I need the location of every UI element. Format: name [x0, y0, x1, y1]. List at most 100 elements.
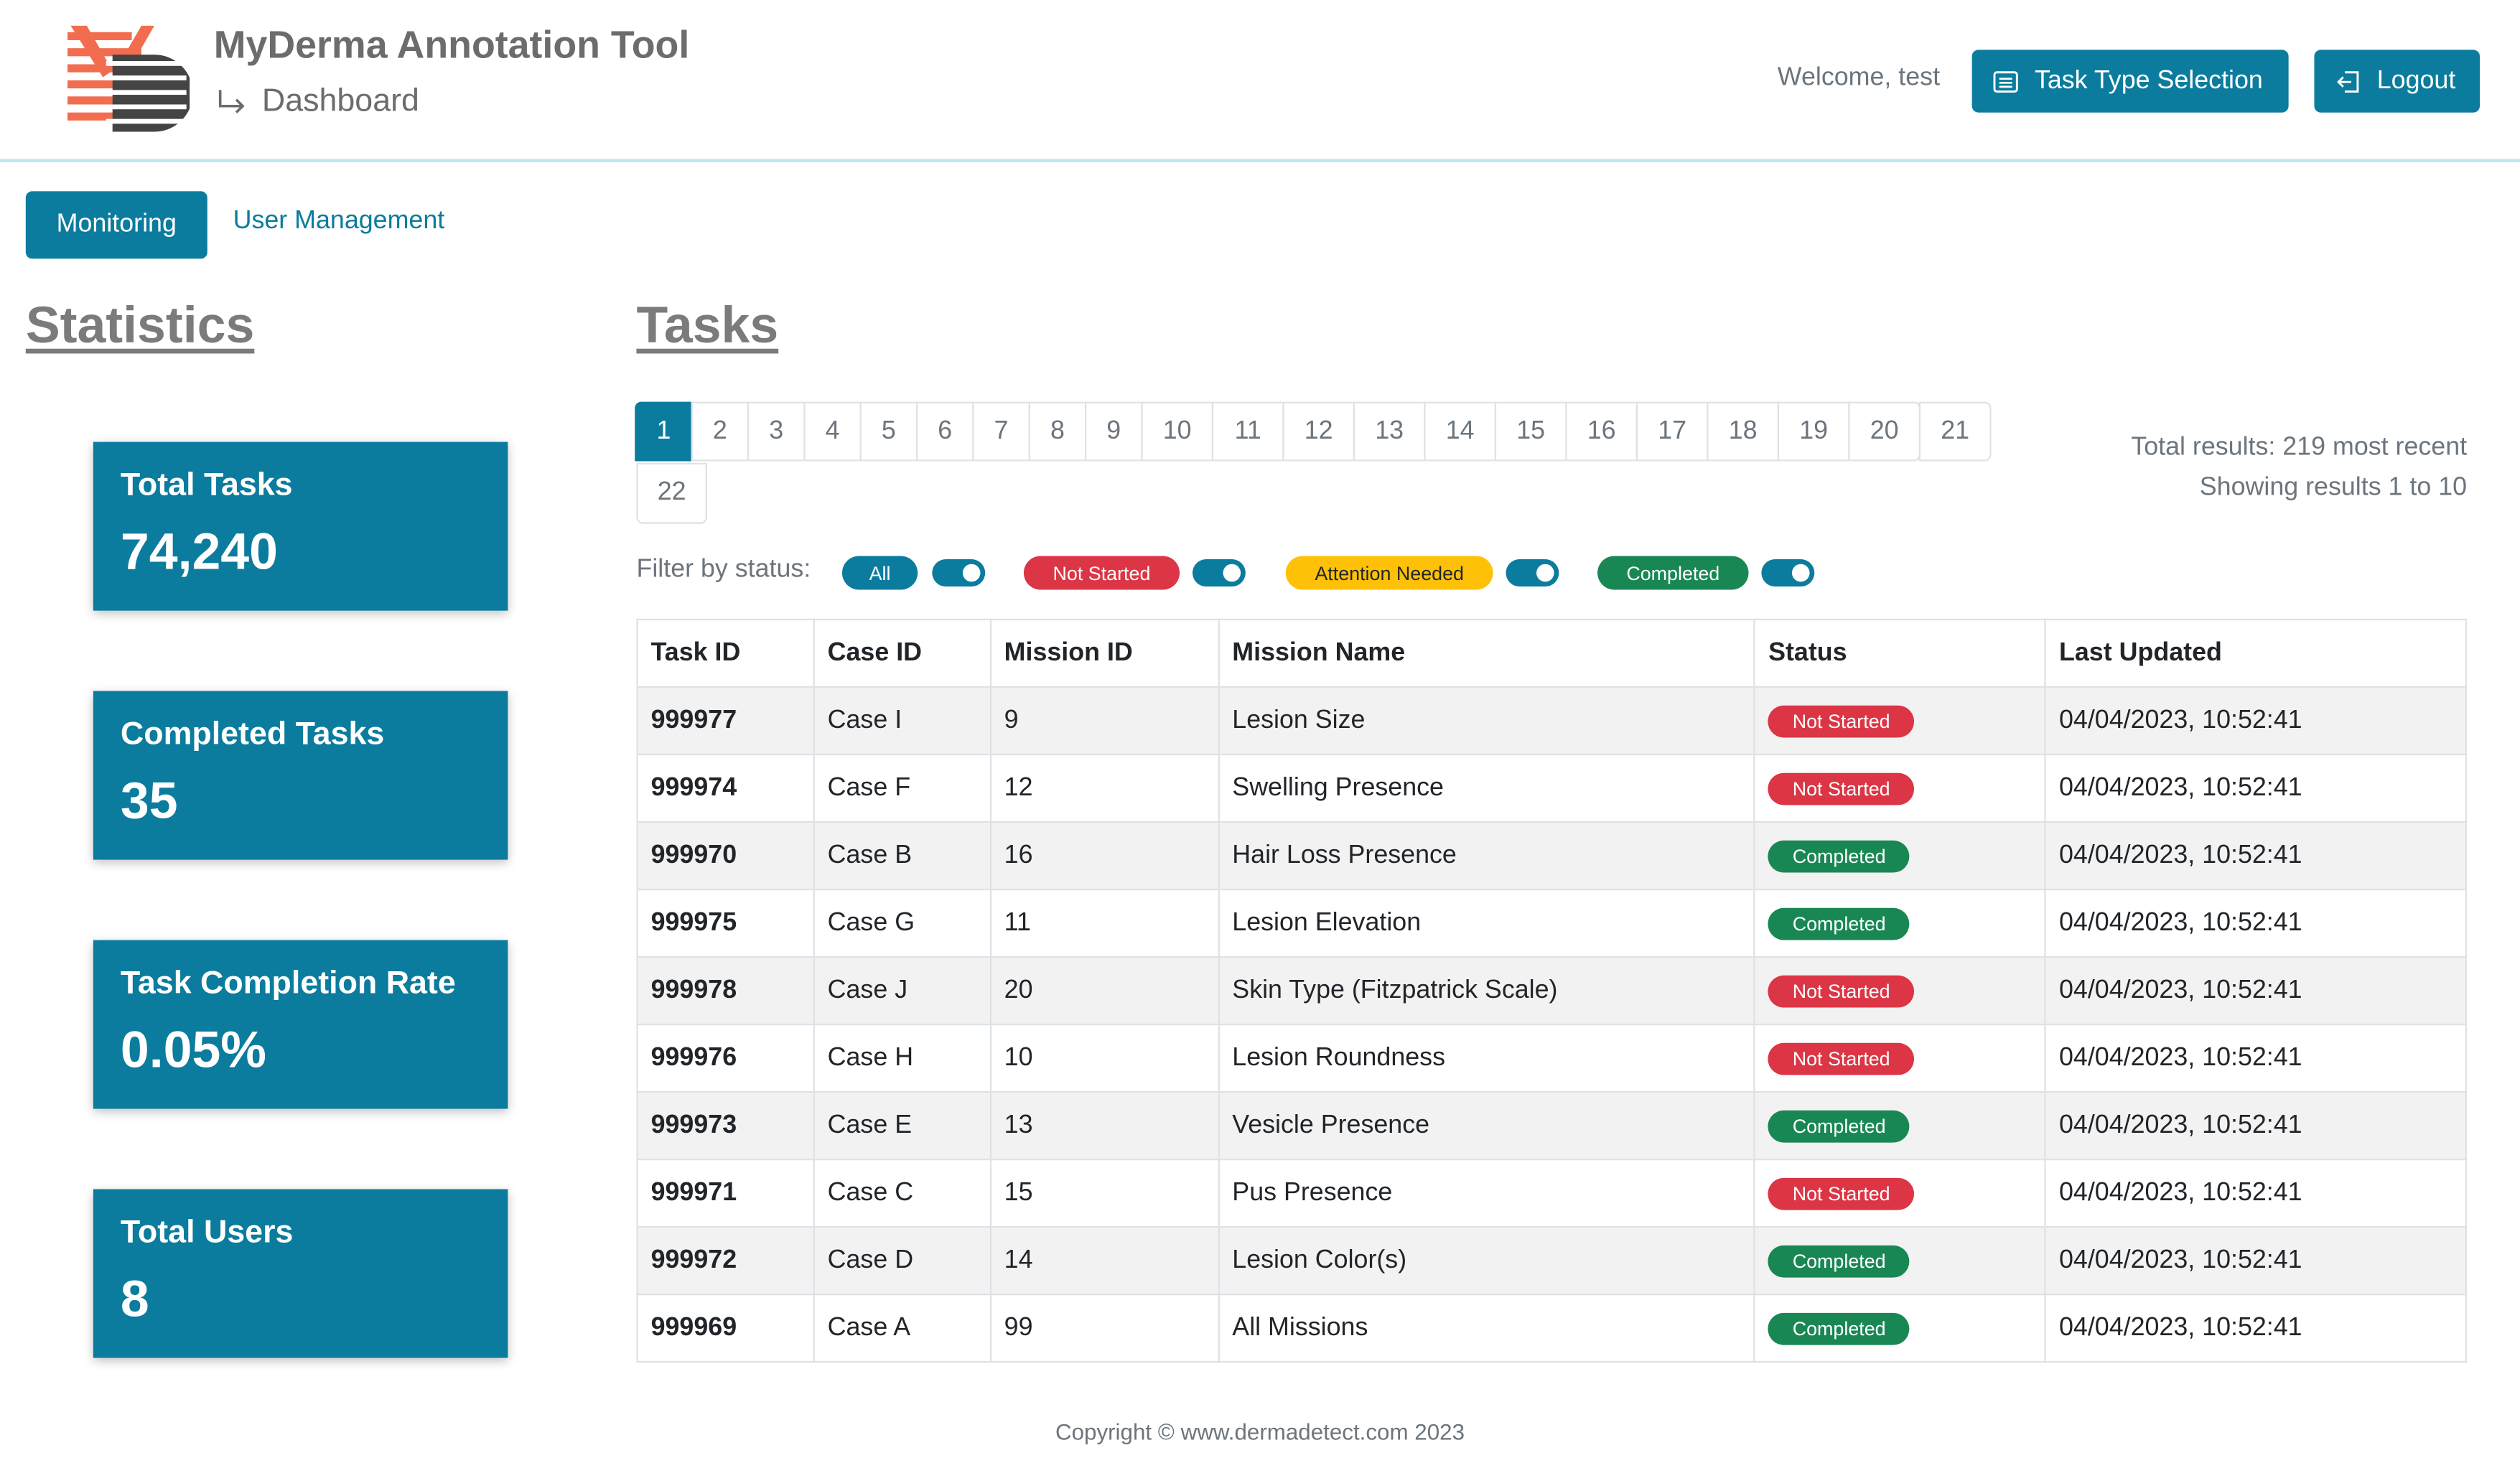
page-link[interactable]: 2 [691, 401, 750, 462]
page-link[interactable]: 20 [1848, 401, 1921, 462]
page-link[interactable]: 14 [1424, 401, 1497, 462]
stat-value: 74,240 [120, 522, 278, 581]
page-link[interactable]: 6 [915, 401, 974, 462]
table-row[interactable]: 999969 Case A 99 All Missions Completed … [636, 1293, 2468, 1363]
page-subtitle: Dashboard [261, 83, 419, 119]
task-type-selection-label: Task Type Selection [2034, 66, 2263, 94]
mission-name-cell: Lesion Elevation [1218, 888, 1756, 958]
tab-monitoring[interactable]: Monitoring [25, 191, 207, 259]
filter-toggle-completed[interactable] [1761, 559, 1815, 587]
table-header-row: Task ID Case ID Mission ID Mission Name … [636, 618, 2468, 688]
stat-value: 8 [120, 1269, 149, 1328]
status-cell: Not Started [1753, 753, 2047, 823]
status-cell: Not Started [1753, 686, 2047, 756]
page-link[interactable]: 12 [1282, 401, 1355, 462]
table-row[interactable]: 999975 Case G 11 Lesion Elevation Comple… [636, 888, 2468, 958]
filter-toggle-not-started[interactable] [1192, 559, 1246, 587]
last-updated-cell: 04/04/2023, 10:52:41 [2044, 888, 2468, 958]
return-arrow-icon [218, 89, 245, 113]
status-badge: Completed [1768, 839, 1910, 872]
page-link[interactable]: 8 [1028, 401, 1087, 462]
filter-pill-not-started[interactable]: Not Started [1023, 556, 1180, 590]
results-showing: Showing results 1 to 10 [2199, 474, 2468, 502]
stat-card-completed-tasks: Completed Tasks 35 [93, 691, 508, 860]
task-id-cell: 999973 [636, 1090, 815, 1161]
page-link[interactable]: 5 [859, 401, 918, 462]
results-total: Total results: 219 most recent [2131, 434, 2468, 462]
task-id-cell: 999974 [636, 753, 815, 823]
status-badge: Not Started [1768, 1177, 1915, 1210]
task-id-cell: 999978 [636, 955, 815, 1026]
page-link[interactable]: 18 [1707, 401, 1780, 462]
column-header-mission-id[interactable]: Mission ID [989, 618, 1220, 688]
status-cell: Not Started [1753, 955, 2047, 1026]
statistics-title: Statistics [25, 295, 255, 354]
mission-name-cell: Lesion Size [1218, 686, 1756, 756]
table-row[interactable]: 999977 Case I 9 Lesion Size Not Started … [636, 686, 2468, 756]
filter-toggle-attention-needed[interactable] [1506, 559, 1559, 587]
column-header-mission-name[interactable]: Mission Name [1218, 618, 1756, 688]
page-link[interactable]: 10 [1141, 401, 1214, 462]
page-link[interactable]: 22 [636, 462, 707, 524]
stat-value: 0.05% [120, 1020, 266, 1079]
status-badge: Completed [1768, 1244, 1910, 1277]
case-id-cell: Case D [813, 1225, 991, 1296]
column-header-status[interactable]: Status [1753, 618, 2047, 688]
status-badge: Not Started [1768, 974, 1915, 1007]
page-link[interactable]: 19 [1777, 401, 1850, 462]
page-link[interactable]: 13 [1353, 401, 1426, 462]
mission-id-cell: 15 [989, 1158, 1220, 1228]
filter-pill-completed[interactable]: Completed [1597, 556, 1749, 590]
mission-id-cell: 11 [989, 888, 1220, 958]
page-link[interactable]: 16 [1565, 401, 1638, 462]
task-type-selection-button[interactable]: Task Type Selection [1971, 50, 2289, 113]
status-badge: Completed [1768, 1109, 1910, 1142]
mission-id-cell: 16 [989, 821, 1220, 891]
welcome-text: Welcome, test [1777, 64, 1941, 92]
logout-icon [2336, 70, 2359, 92]
status-cell: Not Started [1753, 1158, 2047, 1228]
filter-toggle-all[interactable] [932, 559, 986, 587]
page-link[interactable]: 17 [1635, 401, 1709, 462]
mission-name-cell: Lesion Color(s) [1218, 1225, 1756, 1296]
mission-name-cell: Skin Type (Fitzpatrick Scale) [1218, 955, 1756, 1026]
table-row[interactable]: 999974 Case F 12 Swelling Presence Not S… [636, 753, 2468, 823]
page-link[interactable]: 7 [972, 401, 1030, 462]
page-link[interactable]: 3 [747, 401, 806, 462]
status-cell: Completed [1753, 888, 2047, 958]
tab-user-management[interactable]: User Management [233, 207, 445, 236]
table-row[interactable]: 999973 Case E 13 Vesicle Presence Comple… [636, 1090, 2468, 1161]
mission-id-cell: 99 [989, 1293, 1220, 1363]
column-header-case-id[interactable]: Case ID [813, 618, 991, 688]
stat-card-completion-rate: Task Completion Rate 0.05% [93, 940, 508, 1109]
last-updated-cell: 04/04/2023, 10:52:41 [2044, 821, 2468, 891]
logout-button[interactable]: Logout [2314, 50, 2481, 113]
page-link[interactable]: 15 [1494, 401, 1567, 462]
column-header-last-updated[interactable]: Last Updated [2044, 618, 2468, 688]
last-updated-cell: 04/04/2023, 10:52:41 [2044, 686, 2468, 756]
page-link[interactable]: 4 [803, 401, 862, 462]
table-row[interactable]: 999976 Case H 10 Lesion Roundness Not St… [636, 1023, 2468, 1093]
last-updated-cell: 04/04/2023, 10:52:41 [2044, 1090, 2468, 1161]
mission-id-cell: 9 [989, 686, 1220, 756]
page-link[interactable]: 9 [1084, 401, 1143, 462]
mission-name-cell: Lesion Roundness [1218, 1023, 1756, 1093]
column-header-task-id[interactable]: Task ID [636, 618, 815, 688]
filter-pill-attention-needed[interactable]: Attention Needed [1285, 556, 1493, 590]
task-id-cell: 999969 [636, 1293, 815, 1363]
table-row[interactable]: 999972 Case D 14 Lesion Color(s) Complet… [636, 1225, 2468, 1296]
status-cell: Completed [1753, 1225, 2047, 1296]
filter-pill-all[interactable]: All [841, 556, 918, 590]
page-link[interactable]: 11 [1211, 401, 1284, 462]
status-cell: Completed [1753, 821, 2047, 891]
page-link[interactable]: 21 [1918, 401, 1992, 462]
mission-id-cell: 10 [989, 1023, 1220, 1093]
tasks-table: Task ID Case ID Mission ID Mission Name … [636, 618, 2468, 1363]
table-row[interactable]: 999970 Case B 16 Hair Loss Presence Comp… [636, 821, 2468, 891]
table-row[interactable]: 999971 Case C 15 Pus Presence Not Starte… [636, 1158, 2468, 1228]
page-link[interactable]: 1 [635, 401, 693, 462]
status-cell: Completed [1753, 1293, 2047, 1363]
mission-name-cell: Vesicle Presence [1218, 1090, 1756, 1161]
table-row[interactable]: 999978 Case J 20 Skin Type (Fitzpatrick … [636, 955, 2468, 1026]
mission-id-cell: 13 [989, 1090, 1220, 1161]
